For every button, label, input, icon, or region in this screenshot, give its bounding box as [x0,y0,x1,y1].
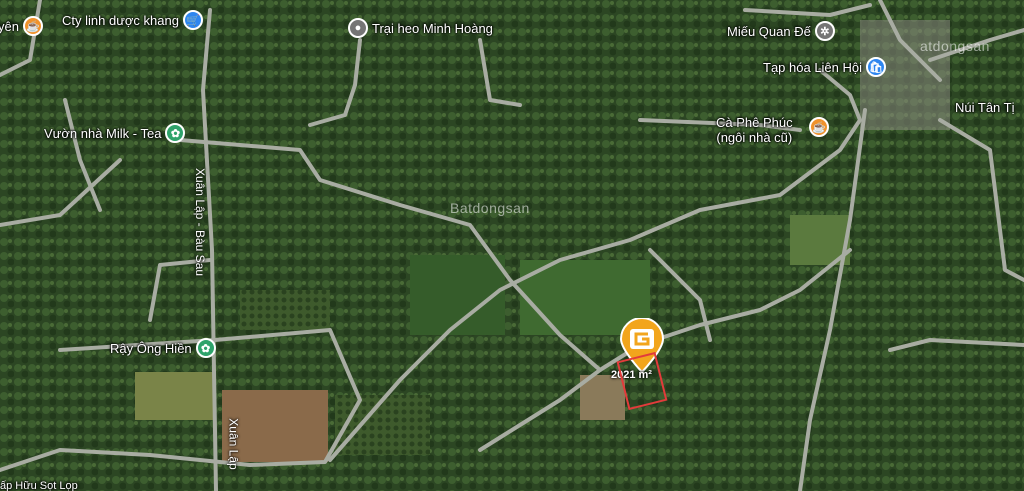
shopping-bag-icon: 🛍 [866,57,887,77]
shopping-cart-icon: 🛒 [182,10,203,30]
poi-ray-ong-hien[interactable]: Rậy Ông Hiền ✿ [110,338,216,358]
poi-tap-hoa-lien-hoi[interactable]: Tạp hóa Liên Hội 🛍 [763,57,887,77]
poi-label: Vườn nhà Milk - Tea [44,125,162,141]
coffee-icon: ☕ [22,16,43,36]
poi-mieu-quan-de[interactable]: Miếu Quan Đế ✲ [727,21,835,41]
poi-label: Tạp hóa Liên Hội [763,59,863,75]
poi-label: Cty linh dược khang [62,12,179,28]
watermark: Batdongsan [450,200,530,216]
area-name: ấp Hữu Sọt Lọp [0,480,78,491]
temple-icon: ✲ [814,21,835,41]
flower-icon: ✿ [195,338,216,358]
field-plot [335,395,430,455]
poi-sublabel: (ngôi nhà cũ) [716,130,793,145]
place-icon: ● [348,18,368,38]
road-label: Xuân Lập - Bàu Sau [193,167,208,277]
road-label: Xuân Lập [226,418,241,470]
poi-label: Rậy Ông Hiền [110,340,192,356]
poi-cty-linh-duoc-khang[interactable]: Cty linh dược khang 🛒 [62,10,203,30]
poi-ca-phe-phuc[interactable]: Cà Phê Phúc (ngôi nhà cũ) [716,115,793,145]
field-plot [135,372,215,420]
poi-label: Miếu Quan Đế [727,23,811,39]
poi-trai-heo-minh-hoang[interactable]: ● Trại heo Minh Hoàng [348,18,493,38]
field-plot [240,290,330,330]
coffee-icon[interactable]: ☕ [809,117,829,137]
watermark: atdongsan [920,38,990,54]
poi-cafe-left[interactable]: yên ☕ [0,16,43,36]
poi-label: yên [0,18,19,34]
poi-nui-tan-ti[interactable]: Núi Tân Tị [955,100,1015,115]
poi-label: Trại heo Minh Hoàng [372,20,493,36]
flower-icon: ✿ [165,123,186,143]
satellite-map[interactable]: Batdongsan atdongsan yên ☕ Cty linh dược… [0,0,1024,491]
poi-vuon-nha-milk-tea[interactable]: Vườn nhà Milk - Tea ✿ [44,123,186,143]
poi-label: Cà Phê Phúc [716,115,793,130]
g-logo-icon [630,329,654,349]
